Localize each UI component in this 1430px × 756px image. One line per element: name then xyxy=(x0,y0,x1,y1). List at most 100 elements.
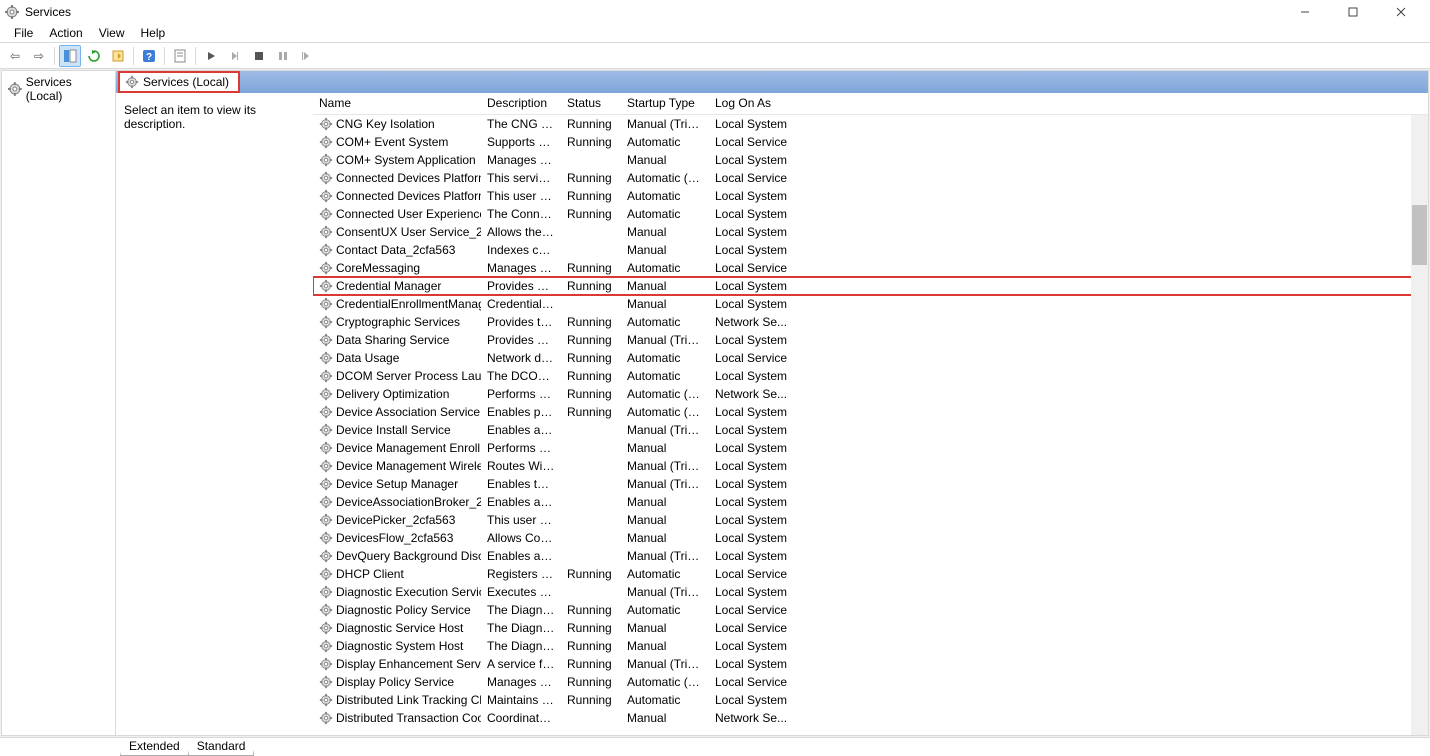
show-hide-button[interactable] xyxy=(59,45,81,67)
menu-bar: File Action View Help xyxy=(0,23,1430,43)
service-logon: Local System xyxy=(709,207,799,221)
tree-services-local[interactable]: Services (Local) xyxy=(4,73,113,105)
gear-icon xyxy=(319,477,333,491)
scroll-thumb[interactable] xyxy=(1412,205,1427,265)
stop-button[interactable] xyxy=(248,45,270,67)
service-row[interactable]: Device Install ServiceEnables a co...Man… xyxy=(313,421,1428,439)
toolbar: ⇦ ⇨ ? xyxy=(0,43,1430,69)
gear-icon xyxy=(319,531,333,545)
service-row[interactable]: CredentialEnrollmentManag...Credential E… xyxy=(313,295,1428,313)
col-header-startup[interactable]: Startup Type xyxy=(621,93,709,114)
tab-label: Services (Local) xyxy=(143,75,229,89)
tab-services-local[interactable]: Services (Local) xyxy=(119,72,239,92)
service-name: Data Usage xyxy=(336,351,399,365)
service-description: This user ser... xyxy=(481,513,561,527)
service-row[interactable]: COM+ Event SystemSupports Sy...RunningAu… xyxy=(313,133,1428,151)
gear-icon xyxy=(319,657,333,671)
service-row[interactable]: Delivery OptimizationPerforms co...Runni… xyxy=(313,385,1428,403)
service-row[interactable]: Diagnostic System HostThe Diagnos...Runn… xyxy=(313,637,1428,655)
service-row[interactable]: Device Setup ManagerEnables the ...Manua… xyxy=(313,475,1428,493)
service-row[interactable]: DevicesFlow_2cfa563Allows Conn...ManualL… xyxy=(313,529,1428,547)
vertical-scrollbar[interactable] xyxy=(1411,115,1428,735)
service-row[interactable]: Distributed Transaction Coor...Coordinat… xyxy=(313,709,1428,727)
properties-button[interactable] xyxy=(169,45,191,67)
service-row[interactable]: Diagnostic Service HostThe Diagnos...Run… xyxy=(313,619,1428,637)
tab-extended[interactable]: Extended xyxy=(120,738,189,756)
service-logon: Local System xyxy=(709,531,799,545)
service-row[interactable]: Connected Devices Platform ...This servi… xyxy=(313,169,1428,187)
service-name: Display Policy Service xyxy=(336,675,454,689)
export-button[interactable] xyxy=(107,45,129,67)
service-name: ConsentUX User Service_2cf... xyxy=(336,225,481,239)
service-row[interactable]: Device Management Wireles...Routes Wirel… xyxy=(313,457,1428,475)
service-row[interactable]: DevQuery Background Disc...Enables app..… xyxy=(313,547,1428,565)
pause-button[interactable] xyxy=(272,45,294,67)
col-header-name[interactable]: Name xyxy=(313,93,481,114)
service-row[interactable]: Data UsageNetwork dat...RunningAutomatic… xyxy=(313,349,1428,367)
service-row[interactable]: Device Association ServiceEnables pairi.… xyxy=(313,403,1428,421)
gear-icon xyxy=(319,513,333,527)
service-name: COM+ System Application xyxy=(336,153,476,167)
col-header-logon[interactable]: Log On As xyxy=(709,93,799,114)
service-logon: Network Se... xyxy=(709,315,799,329)
service-row[interactable]: Connected Devices Platform ...This user … xyxy=(313,187,1428,205)
service-description: Allows Conn... xyxy=(481,531,561,545)
service-name: Cryptographic Services xyxy=(336,315,460,329)
service-startup: Manual xyxy=(621,711,709,725)
service-row[interactable]: Device Management Enroll...Performs De..… xyxy=(313,439,1428,457)
service-row[interactable]: ConsentUX User Service_2cf...Allows the … xyxy=(313,223,1428,241)
col-header-description[interactable]: Description xyxy=(481,93,561,114)
service-name: CredentialEnrollmentManag... xyxy=(336,297,481,311)
service-row[interactable]: Data Sharing ServiceProvides dat...Runni… xyxy=(313,331,1428,349)
gear-icon xyxy=(319,423,333,437)
maximize-button[interactable] xyxy=(1330,2,1376,22)
help-button[interactable]: ? xyxy=(138,45,160,67)
service-row[interactable]: Display Policy ServiceManages th...Runni… xyxy=(313,673,1428,691)
col-header-status[interactable]: Status xyxy=(561,93,621,114)
service-logon: Local System xyxy=(709,477,799,491)
menu-file[interactable]: File xyxy=(6,24,41,42)
minimize-button[interactable] xyxy=(1282,2,1328,22)
back-button[interactable]: ⇦ xyxy=(4,45,26,67)
forward-button[interactable]: ⇨ xyxy=(28,45,50,67)
menu-view[interactable]: View xyxy=(91,24,133,42)
service-row[interactable]: COM+ System ApplicationManages th...Manu… xyxy=(313,151,1428,169)
refresh-button[interactable] xyxy=(83,45,105,67)
service-logon: Local System xyxy=(709,441,799,455)
gear-icon xyxy=(319,711,333,725)
service-logon: Local Service xyxy=(709,621,799,635)
service-description: Routes Wirel... xyxy=(481,459,561,473)
service-row[interactable]: DCOM Server Process Launc...The DCOML...… xyxy=(313,367,1428,385)
service-status: Running xyxy=(561,621,621,635)
close-button[interactable] xyxy=(1378,2,1424,22)
gear-icon xyxy=(319,603,333,617)
step-button[interactable] xyxy=(224,45,246,67)
service-description: Manages th... xyxy=(481,153,561,167)
service-row[interactable]: CoreMessagingManages co...RunningAutomat… xyxy=(313,259,1428,277)
service-row[interactable]: Cryptographic ServicesProvides thr...Run… xyxy=(313,313,1428,331)
tab-standard[interactable]: Standard xyxy=(188,738,255,756)
service-row[interactable]: Diagnostic Policy ServiceThe Diagnos...R… xyxy=(313,601,1428,619)
gear-icon xyxy=(319,189,333,203)
service-row[interactable]: Connected User Experiences ...The Connec… xyxy=(313,205,1428,223)
service-description: The Diagnos... xyxy=(481,639,561,653)
service-row[interactable]: DeviceAssociationBroker_2cf...Enables ap… xyxy=(313,493,1428,511)
service-logon: Local System xyxy=(709,153,799,167)
service-startup: Manual (Trigg... xyxy=(621,459,709,473)
service-row[interactable]: Credential ManagerProvides sec...Running… xyxy=(313,277,1428,295)
service-row[interactable]: Distributed Link Tracking Cli...Maintain… xyxy=(313,691,1428,709)
service-startup: Manual xyxy=(621,441,709,455)
service-description: Enables app... xyxy=(481,549,561,563)
service-startup: Automatic (De... xyxy=(621,387,709,401)
service-row[interactable]: Contact Data_2cfa563Indexes cont...Manua… xyxy=(313,241,1428,259)
service-row[interactable]: DevicePicker_2cfa563This user ser...Manu… xyxy=(313,511,1428,529)
restart-button[interactable] xyxy=(296,45,318,67)
service-status: Running xyxy=(561,603,621,617)
service-row[interactable]: CNG Key IsolationThe CNG ke...RunningMan… xyxy=(313,115,1428,133)
menu-action[interactable]: Action xyxy=(41,24,90,42)
service-row[interactable]: Display Enhancement ServiceA service for… xyxy=(313,655,1428,673)
service-row[interactable]: DHCP ClientRegisters an...RunningAutomat… xyxy=(313,565,1428,583)
service-row[interactable]: Diagnostic Execution ServiceExecutes dia… xyxy=(313,583,1428,601)
start-button[interactable] xyxy=(200,45,222,67)
menu-help[interactable]: Help xyxy=(133,24,174,42)
